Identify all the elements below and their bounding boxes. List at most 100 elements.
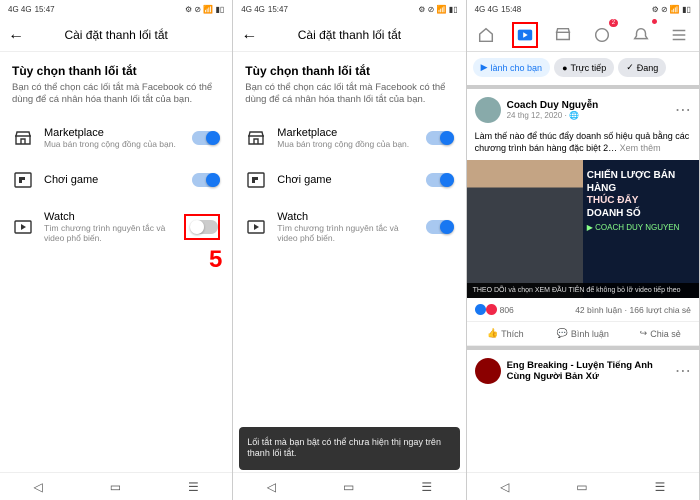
page-title: Cài đặt thanh lối tắt <box>233 28 465 42</box>
option-title: Watch <box>277 211 415 223</box>
post-video[interactable]: CHIẾN LƯỢC BÁN HÀNG THÚC ĐẨY DOANH SỐ ▶ … <box>467 160 699 298</box>
toggle-gaming[interactable] <box>426 173 454 187</box>
more-icon[interactable]: ⋯ <box>675 100 691 120</box>
option-title: Marketplace <box>44 127 182 139</box>
see-more-link[interactable]: Xem thêm <box>620 143 661 153</box>
post-header-2[interactable]: Eng Breaking - Luyện Tiếng Anh Cùng Ngườ… <box>467 350 699 392</box>
chip-for-you[interactable]: ▶ lành cho bạn <box>473 58 550 77</box>
badge-dot <box>652 19 657 24</box>
toggle-watch[interactable] <box>184 214 220 240</box>
share-button[interactable]: ↪ Chia sẻ <box>621 322 698 345</box>
marketplace-icon <box>245 127 267 149</box>
section-subtitle: Bạn có thể chọn các lối tắt mà Facebook … <box>233 82 465 117</box>
nav-home-icon[interactable]: ▭ <box>110 480 121 494</box>
status-bar: 4G 4G15:48 ⚙ ⊘ 📶 ▮▯ <box>467 0 699 18</box>
option-title: Watch <box>44 211 174 223</box>
option-subtitle: Tìm chương trình nguyên tắc và video phổ… <box>44 223 174 243</box>
android-nav: ◁ ▭ ☰ <box>0 472 232 500</box>
tab-groups[interactable]: 2 <box>589 22 615 48</box>
tab-menu[interactable] <box>666 22 692 48</box>
option-title: Marketplace <box>277 127 415 139</box>
phone-screen-2: 4G 4G15:47 ⚙ ⊘ 📶 ▮▯ ← Cài đặt thanh lối … <box>233 0 466 500</box>
signal-icon: 4G 4G <box>475 5 499 14</box>
clock: 15:48 <box>501 5 521 14</box>
nav-back-icon[interactable]: ◁ <box>33 480 42 494</box>
post-header[interactable]: Coach Duy Nguyễn 24 thg 12, 2020 · 🌐 ⋯ <box>467 89 699 131</box>
post-author[interactable]: Coach Duy Nguyễn <box>507 100 669 111</box>
avatar[interactable] <box>475 97 501 123</box>
status-icons: ⚙ ⊘ 📶 ▮▯ <box>652 5 691 14</box>
tab-notifications[interactable] <box>628 22 654 48</box>
option-gaming[interactable]: Chơi game <box>233 159 465 201</box>
comment-button[interactable]: 💬 Bình luận <box>544 322 621 345</box>
nav-recent-icon[interactable]: ☰ <box>421 480 432 494</box>
option-title: Chơi game <box>44 174 182 186</box>
nav-recent-icon[interactable]: ☰ <box>655 480 666 494</box>
watch-icon <box>12 216 34 238</box>
option-subtitle: Mua bán trong cộng đồng của bạn. <box>44 139 182 149</box>
option-watch[interactable]: WatchTìm chương trình nguyên tắc và vide… <box>233 201 465 253</box>
signal-icon: 4G 4G <box>8 5 32 14</box>
tab-marketplace[interactable] <box>550 22 576 48</box>
avatar[interactable] <box>475 358 501 384</box>
toggle-gaming[interactable] <box>192 173 220 187</box>
phone-screen-1: 4G 4G15:47 ⚙ ⊘ 📶 ▮▯ ← Cài đặt thanh lối … <box>0 0 233 500</box>
back-button[interactable]: ← <box>8 26 24 44</box>
option-gaming[interactable]: Chơi game <box>0 159 232 201</box>
option-marketplace[interactable]: MarketplaceMua bán trong cộng đồng của b… <box>0 117 232 159</box>
clock: 15:47 <box>35 5 55 14</box>
toggle-marketplace[interactable] <box>192 131 220 145</box>
chip-live[interactable]: ● Trực tiếp <box>554 58 614 77</box>
like-icon <box>475 304 486 315</box>
clock: 15:47 <box>268 5 288 14</box>
signal-icon: 4G 4G <box>241 5 265 14</box>
option-subtitle: Tìm chương trình nguyên tắc và video phổ… <box>277 223 415 243</box>
chip-following[interactable]: ✓ Đang <box>618 58 666 77</box>
nav-recent-icon[interactable]: ☰ <box>188 480 199 494</box>
header: ← Cài đặt thanh lối tắt <box>233 18 465 52</box>
video-title-2: THÚC ĐẨY <box>587 195 695 208</box>
nav-home-icon[interactable]: ▭ <box>576 480 587 494</box>
status-icons: ⚙ ⊘ 📶 ▮▯ <box>185 5 224 14</box>
video-byline: ▶ COACH DUY NGUYEN <box>587 223 695 232</box>
badge: 2 <box>609 19 618 27</box>
nav-back-icon[interactable]: ◁ <box>500 480 509 494</box>
facebook-tab-bar: 2 <box>467 18 699 52</box>
option-title: Chơi game <box>277 174 415 186</box>
comment-count: 42 bình luận · 166 lượt chia sẻ <box>575 305 691 315</box>
toggle-marketplace[interactable] <box>426 131 454 145</box>
page-title: Cài đặt thanh lối tắt <box>0 28 232 42</box>
android-nav: ◁ ▭ ☰ <box>467 472 699 500</box>
like-count: 806 <box>500 305 514 315</box>
status-bar: 4G 4G15:47 ⚙ ⊘ 📶 ▮▯ <box>233 0 465 18</box>
toast-message: Lối tắt mà bạn bật có thể chưa hiện thị … <box>239 427 459 470</box>
header: ← Cài đặt thanh lối tắt <box>0 18 232 52</box>
section-title: Tùy chọn thanh lối tắt <box>0 52 232 82</box>
watch-icon <box>245 216 267 238</box>
post-actions: 👍 Thích 💬 Bình luận ↪ Chia sẻ <box>467 321 699 346</box>
post-meta: 24 thg 12, 2020 · 🌐 <box>507 111 669 120</box>
nav-home-icon[interactable]: ▭ <box>343 480 354 494</box>
section-subtitle: Bạn có thể chọn các lối tắt mà Facebook … <box>0 82 232 117</box>
status-icons: ⚙ ⊘ 📶 ▮▯ <box>418 5 457 14</box>
more-icon[interactable]: ⋯ <box>675 361 691 381</box>
callout-5: 5 <box>209 246 222 274</box>
post-stats[interactable]: 806 42 bình luận · 166 lượt chia sẻ <box>467 298 699 321</box>
filter-chips: ▶ lành cho bạn ● Trực tiếp ✓ Đang <box>467 52 699 85</box>
nav-back-icon[interactable]: ◁ <box>267 480 276 494</box>
tab-watch[interactable] <box>512 22 538 48</box>
tab-home[interactable] <box>473 22 499 48</box>
marketplace-icon <box>12 127 34 149</box>
toggle-watch[interactable] <box>426 220 454 234</box>
option-watch[interactable]: WatchTìm chương trình nguyên tắc và vide… <box>0 201 232 253</box>
back-button[interactable]: ← <box>241 26 257 44</box>
android-nav: ◁ ▭ ☰ <box>233 472 465 500</box>
video-title-1: CHIẾN LƯỢC BÁN HÀNG <box>587 170 695 195</box>
post-author[interactable]: Eng Breaking - Luyện Tiếng Anh Cùng Ngườ… <box>507 360 669 383</box>
phone-screen-3: 4G 4G15:48 ⚙ ⊘ 📶 ▮▯ 2 ▶ lành cho bạn ● T… <box>467 0 700 500</box>
option-marketplace[interactable]: MarketplaceMua bán trong cộng đồng của b… <box>233 117 465 159</box>
option-subtitle: Mua bán trong cộng đồng của bạn. <box>277 139 415 149</box>
like-button[interactable]: 👍 Thích <box>467 322 544 345</box>
post-text: Làm thế nào để thúc đẩy doanh số hiệu qu… <box>467 131 699 160</box>
video-thumbnail-person <box>467 160 583 298</box>
